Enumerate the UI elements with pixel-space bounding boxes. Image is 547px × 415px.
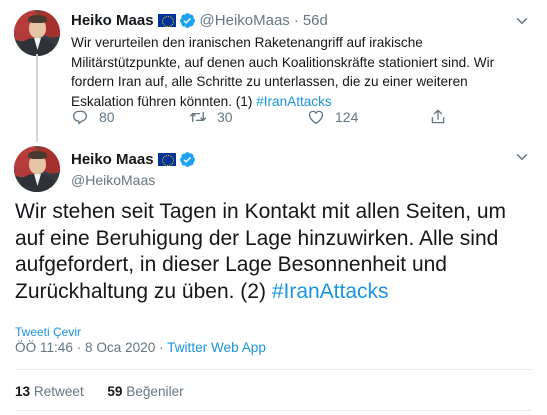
verified-badge-icon	[179, 152, 195, 167]
eu-flag-icon	[157, 153, 176, 166]
retweet-count: 30	[217, 109, 233, 125]
share-icon	[431, 109, 445, 124]
separator: ·	[155, 340, 168, 355]
chevron-down-icon[interactable]	[513, 12, 531, 30]
tweet-parent[interactable]: Heiko Maas @HeikoMaas · 56d Wir verurtei…	[0, 0, 547, 142]
eu-flag-icon	[157, 14, 176, 27]
likes-stat-count: 59	[107, 384, 123, 399]
divider	[15, 410, 532, 411]
retweets-stat[interactable]: 13 Retweet	[15, 384, 84, 399]
reply-icon	[72, 110, 88, 125]
retweets-stat-count: 13	[15, 384, 31, 399]
author-handle[interactable]: @HeikoMaas	[200, 12, 290, 29]
tweet-text-body: Wir stehen seit Tagen in Kontakt mit all…	[15, 200, 507, 303]
likes-stat[interactable]: 59 Beğeniler	[107, 384, 183, 399]
hashtag-link[interactable]: #IranAttacks	[256, 94, 332, 109]
author-name[interactable]: Heiko Maas	[71, 12, 154, 29]
reply-count: 80	[99, 109, 115, 125]
engagement-stats: 13 Retweet 59 Beğeniler	[15, 384, 184, 399]
tweet-text: Wir stehen seit Tagen in Kontakt mit all…	[15, 199, 535, 305]
likes-stat-label: Beğeniler	[126, 384, 184, 399]
like-button[interactable]: 124	[307, 108, 358, 126]
translate-tweet-link[interactable]: Tweeti Çevir	[15, 325, 81, 339]
verified-badge-icon	[179, 13, 195, 28]
avatar[interactable]	[14, 146, 60, 192]
hashtag-link[interactable]: #IranAttacks	[272, 280, 389, 303]
separator: ·	[293, 12, 299, 29]
tweet-actions: 80 30 124	[71, 108, 531, 128]
tweet-timestamp[interactable]: ÖÖ 11:46 · 8 Oca 2020	[15, 340, 155, 355]
author-handle[interactable]: @HeikoMaas	[71, 172, 155, 188]
retweets-stat-label: Retweet	[33, 384, 84, 399]
retweet-button[interactable]: 30	[189, 108, 233, 126]
share-button[interactable]	[429, 108, 457, 126]
tweet-time[interactable]: 56d	[303, 12, 328, 29]
avatar[interactable]	[14, 10, 60, 56]
source-link[interactable]: Twitter Web App	[167, 340, 266, 355]
reply-button[interactable]: 80	[71, 108, 115, 126]
tweet-text: Wir verurteilen den iranischen Raketenan…	[71, 33, 521, 111]
retweet-icon	[189, 111, 207, 123]
chevron-down-icon[interactable]	[513, 148, 531, 166]
heart-icon	[308, 110, 324, 125]
tweet-meta: ÖÖ 11:46 · 8 Oca 2020 · Twitter Web App	[15, 340, 266, 355]
thread-line	[36, 54, 38, 142]
author-name[interactable]: Heiko Maas	[71, 151, 154, 168]
divider	[15, 369, 532, 370]
like-count: 124	[335, 109, 359, 125]
